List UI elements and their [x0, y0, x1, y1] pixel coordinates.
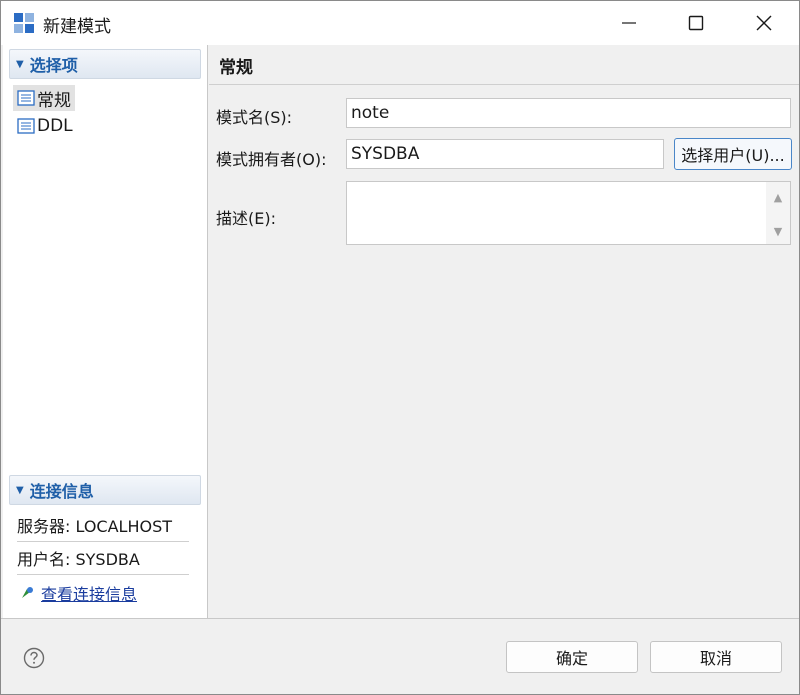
- server-info: 服务器: LOCALHOST: [17, 509, 189, 542]
- schema-owner-label: 模式拥有者(O):: [216, 150, 327, 169]
- scroll-up-icon[interactable]: ▲: [766, 186, 790, 208]
- cancel-button[interactable]: 取消: [650, 641, 782, 673]
- ok-button[interactable]: 确定: [506, 641, 638, 673]
- page-title: 常规: [209, 45, 799, 85]
- selection-section-header[interactable]: ▼ 选择项: [9, 49, 201, 79]
- maximize-button[interactable]: [661, 1, 731, 45]
- document-icon: [17, 118, 35, 134]
- description-scrollbar[interactable]: ▲ ▼: [766, 182, 790, 244]
- right-panel: 常规 模式名(S): 模式拥有者(O): 选择用户(U)... 描述(E): ▲…: [209, 45, 799, 618]
- collapse-triangle-icon: ▼: [16, 58, 24, 70]
- close-icon: [756, 15, 772, 31]
- title-bar: 新建模式: [1, 1, 799, 45]
- close-button[interactable]: [729, 1, 799, 45]
- description-label: 描述(E):: [216, 209, 276, 228]
- window-title: 新建模式: [43, 17, 111, 37]
- schema-name-input[interactable]: [346, 98, 791, 128]
- connection-section-header[interactable]: ▼ 连接信息: [9, 475, 201, 505]
- sidebar-item-label: 常规: [37, 90, 71, 111]
- scroll-down-icon[interactable]: ▼: [766, 220, 790, 242]
- view-connection-info-link[interactable]: 查看连接信息: [41, 581, 137, 605]
- schema-name-label: 模式名(S):: [216, 108, 293, 127]
- sidebar-item-ddl[interactable]: DDL: [13, 113, 77, 139]
- connection-info-icon: [22, 587, 33, 598]
- sidebar-item-label: DDL: [37, 116, 73, 136]
- collapse-triangle-icon: ▼: [16, 484, 24, 496]
- description-field: ▲ ▼: [346, 181, 791, 245]
- user-info: 用户名: SYSDBA: [17, 542, 189, 575]
- description-input[interactable]: [347, 182, 765, 244]
- document-icon: [17, 90, 35, 106]
- schema-owner-input[interactable]: [346, 139, 664, 169]
- help-icon[interactable]: [23, 647, 45, 669]
- dialog-footer: 确定 取消: [1, 618, 799, 694]
- connection-header-label: 连接信息: [29, 482, 94, 501]
- maximize-icon: [688, 15, 704, 31]
- left-panel: ▼ 选择项 常规 DDL ▼ 连接信息 服务器: LOCALHOST 用户名: …: [3, 45, 208, 618]
- minimize-icon: [622, 22, 636, 24]
- schema-app-icon: [14, 13, 34, 33]
- minimize-button[interactable]: [594, 1, 664, 45]
- choose-user-button[interactable]: 选择用户(U)...: [674, 138, 792, 170]
- sidebar-item-general[interactable]: 常规: [13, 85, 75, 111]
- dialog-window: 新建模式 ▼ 选择项 常规 DDL ▼ 连接信息 服务器: LOCALHOST …: [0, 0, 800, 695]
- view-connection-info: 查看连接信息: [19, 581, 137, 605]
- selection-header-label: 选择项: [29, 56, 78, 75]
